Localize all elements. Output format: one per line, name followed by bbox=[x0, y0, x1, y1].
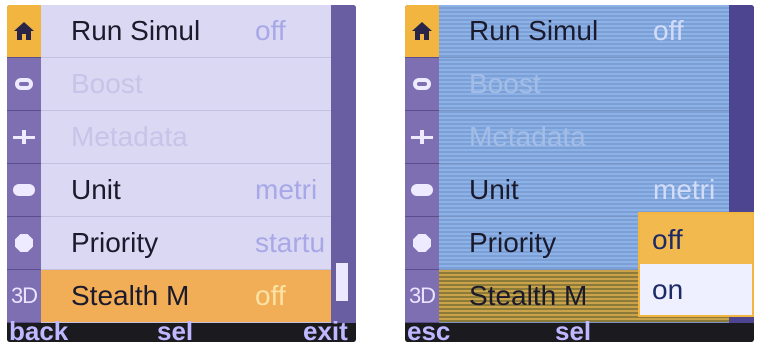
dropdown-option-on[interactable]: on bbox=[640, 264, 752, 314]
pill-icon bbox=[411, 184, 433, 196]
menu-value: off bbox=[255, 280, 286, 311]
home-tab[interactable] bbox=[7, 5, 41, 58]
softkey-exit[interactable]: exit bbox=[303, 317, 348, 342]
menu-value: off bbox=[653, 15, 684, 46]
menu-row-boost: Boost bbox=[439, 58, 729, 111]
menu-value: metri bbox=[653, 174, 716, 205]
menu-value: startu bbox=[255, 227, 326, 258]
menu-value: metri bbox=[255, 174, 318, 205]
scroll-thumb[interactable] bbox=[336, 263, 348, 301]
pill-icon bbox=[13, 184, 35, 196]
menu-label: Metadata bbox=[71, 121, 188, 152]
slider-tab[interactable] bbox=[7, 111, 41, 164]
menu-label: Boost bbox=[469, 68, 541, 99]
home-icon bbox=[412, 22, 432, 40]
menu-row-priority[interactable]: Priority startu bbox=[41, 217, 331, 270]
menu-label: Run Simul bbox=[71, 15, 201, 46]
slider-tab[interactable] bbox=[405, 111, 439, 164]
softkey-back[interactable]: back bbox=[9, 317, 68, 342]
menu-row-metadata: Metadata bbox=[439, 111, 729, 164]
slider-icon bbox=[13, 130, 35, 144]
right-screen: 3D Run Simul off Boost Metadata Unit met… bbox=[405, 5, 754, 342]
home-tab[interactable] bbox=[405, 5, 439, 58]
menu-row-run-simul[interactable]: Run Simul off bbox=[439, 5, 729, 58]
scrollbar[interactable] bbox=[331, 5, 356, 323]
category-sidebar: 3D bbox=[405, 5, 439, 323]
left-screen: 3D Run Simul off Boost Metadata Unit met… bbox=[7, 5, 356, 342]
octagon-tab[interactable] bbox=[7, 217, 41, 270]
softkey-bar: esc sel bbox=[405, 317, 754, 342]
menu-label: Run Simul bbox=[469, 15, 599, 46]
octagon-tab[interactable] bbox=[405, 217, 439, 270]
3d-icon: 3D bbox=[10, 283, 38, 308]
menu-label: Priority bbox=[71, 227, 159, 258]
pill-tab[interactable] bbox=[7, 164, 41, 217]
softkey-bar: back sel exit bbox=[7, 317, 356, 342]
menu-label: Stealth M bbox=[71, 280, 190, 311]
softkey-esc[interactable]: esc bbox=[407, 317, 450, 342]
3d-icon: 3D bbox=[408, 283, 436, 308]
menu-row-boost: Boost bbox=[41, 58, 331, 111]
softkey-select[interactable]: sel bbox=[157, 317, 193, 342]
option-dropdown[interactable]: off on bbox=[638, 212, 754, 317]
home-icon bbox=[14, 22, 34, 40]
dropdown-option-label: off bbox=[652, 224, 683, 255]
ring-icon bbox=[15, 78, 33, 90]
octagon-icon bbox=[413, 234, 431, 252]
dropdown-option-off[interactable]: off bbox=[640, 214, 752, 264]
menu-label: Priority bbox=[469, 227, 557, 258]
menu-label: Stealth M bbox=[469, 280, 588, 311]
menu-value: off bbox=[255, 15, 286, 46]
category-sidebar: 3D bbox=[7, 5, 41, 323]
ring-tab[interactable] bbox=[405, 58, 439, 111]
pill-tab[interactable] bbox=[405, 164, 439, 217]
slider-icon bbox=[411, 130, 433, 144]
octagon-icon bbox=[15, 234, 33, 252]
menu-label: Unit bbox=[469, 174, 519, 205]
menu-row-unit[interactable]: Unit metri bbox=[439, 164, 729, 217]
menu-label: Unit bbox=[71, 174, 121, 205]
menu-label: Metadata bbox=[469, 121, 586, 152]
settings-menu: Run Simul off Boost Metadata Unit metri … bbox=[41, 5, 331, 323]
ring-icon bbox=[413, 78, 431, 90]
dropdown-option-label: on bbox=[652, 274, 684, 305]
ring-tab[interactable] bbox=[7, 58, 41, 111]
menu-label: Boost bbox=[71, 68, 143, 99]
menu-row-unit[interactable]: Unit metri bbox=[41, 164, 331, 217]
menu-row-metadata: Metadata bbox=[41, 111, 331, 164]
softkey-select[interactable]: sel bbox=[555, 317, 591, 342]
menu-row-run-simul[interactable]: Run Simul off bbox=[41, 5, 331, 58]
